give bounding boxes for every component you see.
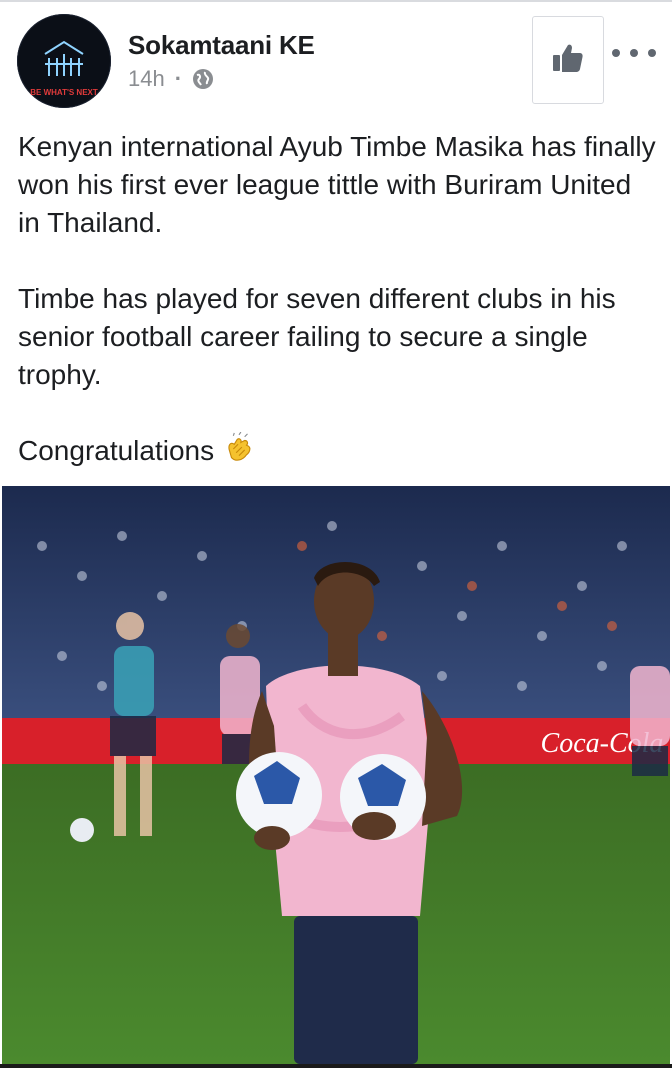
post-photo[interactable]: Coca-Cola <box>2 486 670 1064</box>
post-paragraph: Timbe has played for seven different clu… <box>18 283 616 390</box>
more-options-button[interactable] <box>612 40 656 66</box>
post-paragraph: Kenyan international Ayub Timbe Masika h… <box>18 131 656 238</box>
post-closing: Congratulations <box>18 431 658 476</box>
top-divider <box>0 0 672 2</box>
avatar-tagline: BE WHAT'S NEXT <box>30 88 98 97</box>
post-text: Kenyan international Ayub Timbe Masika h… <box>18 128 658 476</box>
closing-text: Congratulations <box>18 435 215 466</box>
more-dot <box>648 49 656 57</box>
page-avatar[interactable]: BE WHAT'S NEXT <box>17 14 111 108</box>
post-meta: 14h · <box>128 66 214 92</box>
bottom-divider <box>0 1064 672 1068</box>
globe-icon[interactable] <box>192 68 214 90</box>
like-page-button[interactable] <box>532 16 604 104</box>
thumbs-up-icon <box>551 41 585 80</box>
author-name[interactable]: Sokamtaani KE <box>128 30 315 61</box>
meta-separator: · <box>174 66 183 91</box>
clapping-hands-icon <box>222 431 256 476</box>
more-dot <box>612 49 620 57</box>
more-dot <box>630 49 638 57</box>
facebook-post: BE WHAT'S NEXT Sokamtaani KE 14h · Kenya… <box>0 0 672 1068</box>
post-time[interactable]: 14h <box>128 66 165 92</box>
